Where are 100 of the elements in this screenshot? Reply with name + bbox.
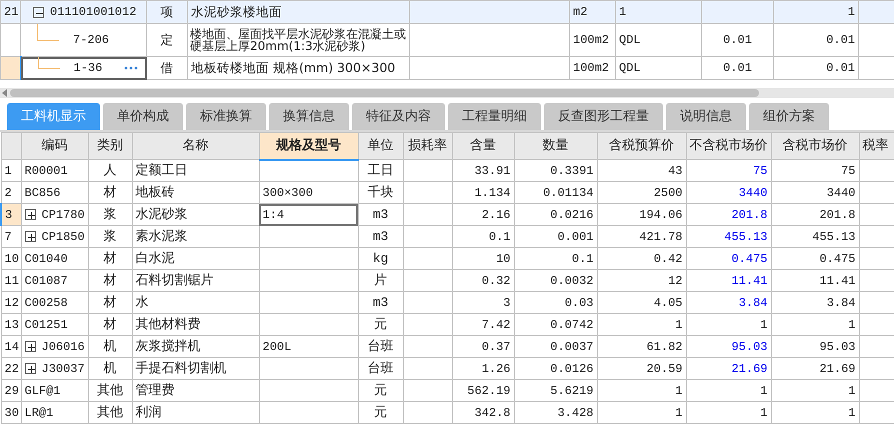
column-header[interactable]: 税率 (859, 132, 894, 160)
table-cell: 1.26 (452, 358, 514, 380)
input-field[interactable]: 1:4 (259, 204, 358, 226)
more-button[interactable] (124, 66, 138, 70)
table-cell: 0.001 (514, 226, 597, 248)
expand-icon[interactable] (24, 230, 36, 242)
table-cell: R00001 (21, 160, 88, 182)
row-number[interactable]: 30 (1, 402, 21, 424)
tab[interactable]: 标准换算 (186, 103, 266, 130)
table-cell: 定额工日 (132, 160, 259, 182)
tab[interactable]: 组价方案 (749, 103, 829, 130)
table-cell: 0.01 (702, 24, 774, 56)
table-cell: 421.78 (597, 226, 686, 248)
table-cell: 95.03 (686, 336, 771, 358)
column-header[interactable]: 损耗率 (403, 132, 452, 160)
table-cell: 200L (259, 336, 358, 358)
table-cell: 机 (88, 358, 132, 380)
table-cell: C00258 (21, 292, 88, 314)
table-cell: 定 (146, 24, 188, 56)
code-text: CP1780 (42, 208, 85, 222)
table-cell: 7.42 (452, 314, 514, 336)
table-cell: 其他材料费 (132, 314, 259, 336)
column-header[interactable]: 含税预算价 (597, 132, 686, 160)
tab[interactable]: 反查图形工程量 (544, 103, 663, 130)
table-cell: 1 (597, 380, 686, 402)
column-header[interactable]: 不含税市场价 (686, 132, 771, 160)
column-header[interactable]: 单位 (358, 132, 403, 160)
row-number[interactable]: 13 (1, 314, 21, 336)
table-cell: 其他 (88, 380, 132, 402)
column-header[interactable]: 含税市场价 (771, 132, 859, 160)
table-cell: 手提石料切割机 (132, 358, 259, 380)
code-text: 7-206 (73, 34, 110, 46)
table-cell: m2 (570, 0, 616, 24)
table-cell: 借 (146, 56, 188, 80)
table-cell: 0.03 (514, 292, 597, 314)
tab[interactable]: 单价构成 (103, 103, 183, 130)
table-cell: 1 (597, 314, 686, 336)
table-cell: 21.69 (771, 358, 859, 380)
table-cell: 20.59 (597, 358, 686, 380)
column-header[interactable]: 编码 (21, 132, 88, 160)
row-number[interactable]: 3 (1, 204, 21, 226)
tab[interactable]: 换算信息 (269, 103, 349, 130)
column-header[interactable]: 名称 (132, 132, 259, 160)
table-cell: 0.0126 (514, 358, 597, 380)
table-cell: 材 (88, 292, 132, 314)
column-header[interactable]: 含量 (452, 132, 514, 160)
table-cell: 元 (358, 380, 403, 402)
expand-icon[interactable] (24, 340, 36, 352)
table-cell: 0.475 (686, 248, 771, 270)
table-cell: 11.41 (686, 270, 771, 292)
row-number[interactable]: 14 (1, 336, 21, 358)
column-header[interactable]: 规格及型号 (259, 132, 358, 160)
column-header[interactable]: 类别 (88, 132, 132, 160)
table-cell: 201.8 (771, 204, 859, 226)
row-number[interactable]: 1 (1, 160, 21, 182)
row-number[interactable]: 10 (1, 248, 21, 270)
table-cell: 2500 (597, 182, 686, 204)
table-cell: 管理费 (132, 380, 259, 402)
table-cell: m3 (358, 204, 403, 226)
table-cell: 0.01 (702, 56, 774, 80)
tab[interactable]: 工程量明细 (448, 103, 541, 130)
table-cell: C01040 (21, 248, 88, 270)
table-cell: 1 (771, 402, 859, 424)
scroll-left-icon[interactable] (2, 89, 7, 97)
table-cell: m3 (358, 226, 403, 248)
table-cell: 201.8 (686, 204, 771, 226)
table-cell: 300×300 (259, 182, 358, 204)
table-cell: 地板砖楼地面 规格(mm) 300×300 (188, 56, 410, 80)
table-cell: 其他 (88, 402, 132, 424)
table-cell: 1 (616, 0, 702, 24)
row-number[interactable]: 12 (1, 292, 21, 314)
tab[interactable]: 特征及内容 (352, 103, 445, 130)
table-cell: 素水泥浆 (132, 226, 259, 248)
expand-icon[interactable] (24, 208, 36, 220)
table-cell: 片 (358, 270, 403, 292)
table-cell: 0.37 (452, 336, 514, 358)
table-cell: LR@1 (21, 402, 88, 424)
table-cell: 材 (88, 248, 132, 270)
table-cell: 材 (88, 182, 132, 204)
collapse-icon[interactable] (33, 6, 44, 18)
table-cell: 地板砖 (132, 182, 259, 204)
table-cell: 0.1 (452, 226, 514, 248)
row-number[interactable]: 11 (1, 270, 21, 292)
code-text: J06016 (42, 340, 85, 354)
scrollbar-thumb[interactable] (10, 89, 759, 97)
table-cell: 455.13 (686, 226, 771, 248)
table-cell: 3.84 (686, 292, 771, 314)
row-number[interactable]: 7 (1, 226, 21, 248)
row-number[interactable]: 22 (1, 358, 21, 380)
table-cell: 194.06 (597, 204, 686, 226)
table-cell: 石料切割锯片 (132, 270, 259, 292)
expand-icon[interactable] (24, 362, 36, 374)
table-cell: 0.01 (774, 56, 858, 80)
table-cell: 材 (88, 270, 132, 292)
column-header[interactable]: 数量 (514, 132, 597, 160)
table-cell: 千块 (358, 182, 403, 204)
row-number[interactable]: 29 (1, 380, 21, 402)
table-cell: 100m2 (570, 56, 616, 80)
tab[interactable]: 说明信息 (666, 103, 746, 130)
table-cell: 3 (452, 292, 514, 314)
